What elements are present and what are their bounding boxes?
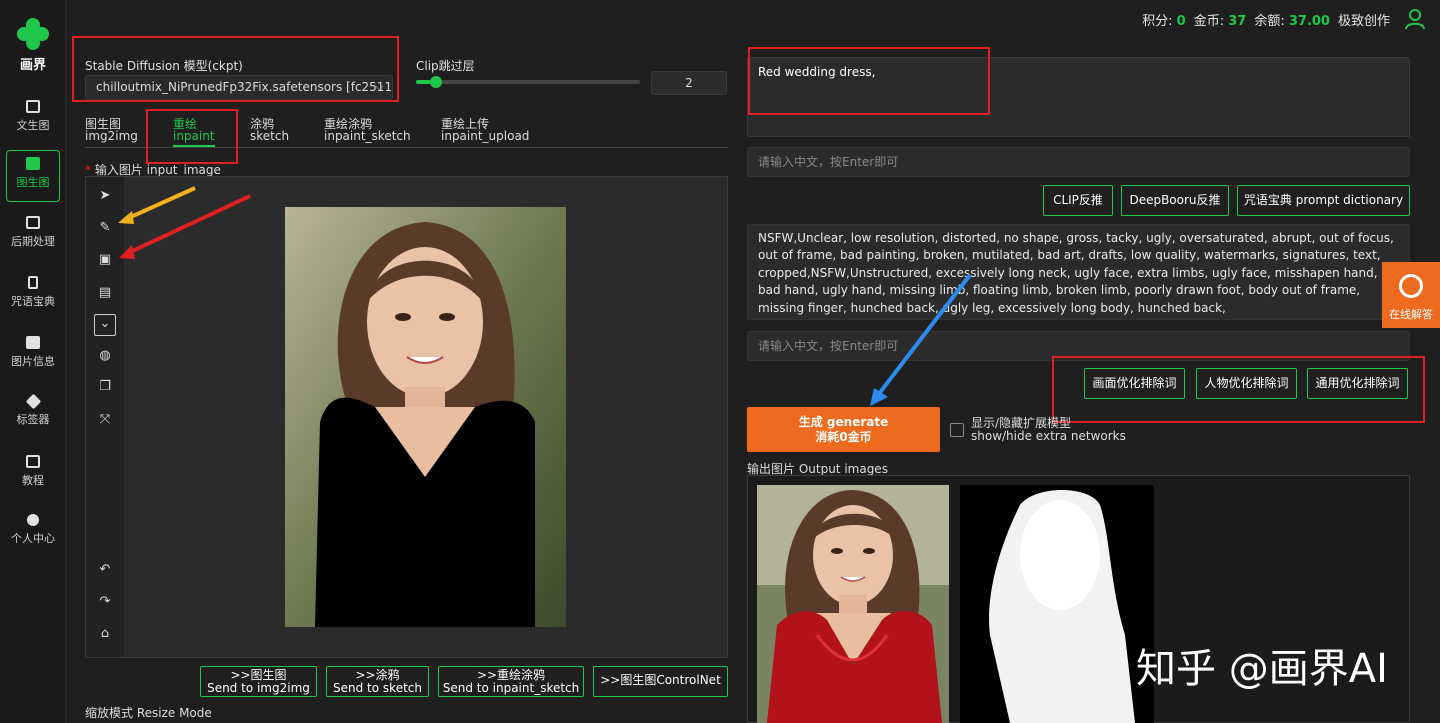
clip-slider[interactable] xyxy=(416,80,640,84)
button-label-en: Send to sketch xyxy=(333,681,422,695)
sidebar-item-label: 图生图 xyxy=(16,176,50,189)
tab-label-en: img2img xyxy=(85,129,138,143)
sidebar-item-label: 标签器 xyxy=(16,413,50,426)
headset-icon xyxy=(1399,274,1423,298)
palette-icon[interactable]: ◍ xyxy=(96,347,114,365)
clear-icon[interactable]: ⌂ xyxy=(96,625,114,643)
tab-label-en: inpaint_upload xyxy=(441,129,530,143)
clip-value-input[interactable]: 2 xyxy=(651,71,727,95)
sidebar-item-tagger[interactable]: 标签器 xyxy=(6,390,60,442)
sidebar-item-profile[interactable]: 个人中心 xyxy=(6,508,60,560)
sidebar-item-label: 图片信息 xyxy=(11,355,55,368)
tab-inpaint-upload[interactable]: 重绘上传 inpaint_upload xyxy=(441,118,529,142)
clip-label: Clip跳过层 xyxy=(416,59,475,73)
generate-label: 生成 generate xyxy=(798,415,889,429)
tab-img2img[interactable]: 图生图 img2img xyxy=(85,118,138,142)
sidebar-item-txt2img[interactable]: 文生图 xyxy=(6,94,60,146)
required-mark: * xyxy=(85,163,91,177)
online-help-button[interactable]: 在线解答 xyxy=(1382,262,1440,328)
coins-value: 37 xyxy=(1228,14,1247,29)
send-to-controlnet-button[interactable]: >>图生图ControlNet xyxy=(593,666,728,697)
sidebar-item-postprocess[interactable]: 后期处理 xyxy=(6,210,60,262)
sidebar: 画界 文生图 图生图 后期处理 咒语宝典 图片信息 标签器 教程 个人中心 xyxy=(0,0,66,723)
deepbooru-button[interactable]: DeepBooru反推 xyxy=(1121,185,1229,216)
points-value: 0 xyxy=(1176,14,1186,29)
image-replace-icon[interactable]: ▤ xyxy=(96,284,114,302)
tab-label-en: inpaint_sketch xyxy=(324,129,411,143)
book-icon xyxy=(26,455,40,468)
button-label-cn: >>图生图ControlNet xyxy=(600,673,721,687)
coins-label: 金币: xyxy=(1193,14,1225,29)
watermark: 知乎 @画界AI xyxy=(1136,646,1388,692)
annotation-box-prompt xyxy=(748,47,990,115)
undo-icon[interactable]: ↶ xyxy=(96,561,114,579)
redo-icon[interactable]: ↷ xyxy=(96,593,114,611)
clover-logo-icon xyxy=(14,15,52,53)
sidebar-item-label: 个人中心 xyxy=(11,532,55,545)
app-logo[interactable]: 画界 xyxy=(10,15,56,73)
user-icon xyxy=(27,514,39,526)
clip-slider-handle[interactable] xyxy=(430,76,442,88)
extra-networks-checkbox[interactable] xyxy=(950,423,964,437)
tab-sketch[interactable]: 涂鸦 sketch xyxy=(250,118,289,142)
fullscreen-icon[interactable]: ⤧ xyxy=(96,411,114,429)
phone-icon xyxy=(28,276,38,289)
generate-button[interactable]: 生成 generate 消耗0金币 xyxy=(747,407,940,452)
button-label-en: Send to img2img xyxy=(207,681,310,695)
annotation-arrows xyxy=(118,186,251,259)
sidebar-item-label: 咒语宝典 xyxy=(11,295,55,308)
annotation-arrow-blue xyxy=(870,273,972,406)
prompt-dictionary-button[interactable]: 咒语宝典 prompt dictionary xyxy=(1237,185,1410,216)
layers-icon xyxy=(26,336,40,349)
copy-icon[interactable]: ❐ xyxy=(96,378,114,396)
clip-interrogate-button[interactable]: CLIP反推 xyxy=(1043,185,1113,216)
tab-label-en: sketch xyxy=(250,129,290,143)
sidebar-item-tutorial[interactable]: 教程 xyxy=(6,449,60,501)
extra-networks-label-en: show/hide extra networks xyxy=(971,429,1126,443)
annotation-box-model xyxy=(72,36,399,102)
tag-icon xyxy=(25,393,41,410)
sidebar-item-label: 文生图 xyxy=(16,119,50,132)
help-label: 在线解答 xyxy=(1389,308,1433,321)
extra-networks-label: 显示/隐藏扩展模型 show/hide extra networks xyxy=(971,417,1126,443)
user-account-icon[interactable] xyxy=(1404,8,1426,30)
send-to-img2img-button[interactable]: >>图生图 Send to img2img xyxy=(200,666,317,697)
image-icon xyxy=(26,157,40,170)
button-label-en: Send to inpaint_sketch xyxy=(442,681,580,695)
sidebar-item-label: 教程 xyxy=(22,474,44,487)
negative-prompt-textarea[interactable]: NSFW,Unclear, low resolution, distorted,… xyxy=(747,224,1410,320)
sidebar-item-img2img[interactable]: 图生图 xyxy=(6,150,60,202)
sidebar-item-image-info[interactable]: 图片信息 xyxy=(6,330,60,382)
image-icon xyxy=(26,100,40,113)
input-image-label-text: 输入图片 input_image xyxy=(94,163,221,177)
sidebar-item-label: 后期处理 xyxy=(11,235,55,248)
dropdown-icon[interactable]: ⌄ xyxy=(94,314,116,336)
output-mask-image[interactable] xyxy=(960,485,1154,723)
balance-label: 余额: xyxy=(1254,14,1285,29)
send-to-sketch-button[interactable]: >>涂鸦 Send to sketch xyxy=(326,666,429,697)
balance-value: 37.00 xyxy=(1288,14,1330,29)
tab-inpaint-sketch[interactable]: 重绘涂鸦 inpaint_sketch xyxy=(324,118,411,142)
prompt-chinese-input[interactable]: 请输入中文，按Enter即可 xyxy=(747,147,1410,177)
chip-icon xyxy=(26,216,40,229)
mode-label: 极致创作 xyxy=(1337,14,1390,29)
send-to-inpaint-sketch-button[interactable]: >>重绘涂鸦 Send to inpaint_sketch xyxy=(438,666,584,697)
sidebar-item-prompt-book[interactable]: 咒语宝典 xyxy=(6,270,60,322)
input-photo xyxy=(285,207,566,627)
generate-cost: 消耗0金币 xyxy=(815,430,872,444)
points-label: 积分: xyxy=(1142,14,1173,29)
annotation-box-exclude xyxy=(1052,356,1425,423)
resize-mode-label: 缩放模式 Resize Mode xyxy=(85,706,212,720)
logo-text: 画界 xyxy=(19,58,46,73)
output-image-1[interactable] xyxy=(757,485,949,723)
account-summary: 积分: 0 金币: 37 余额: 37.00 极致创作 xyxy=(1142,10,1390,29)
annotation-box-inpaint xyxy=(146,109,238,164)
